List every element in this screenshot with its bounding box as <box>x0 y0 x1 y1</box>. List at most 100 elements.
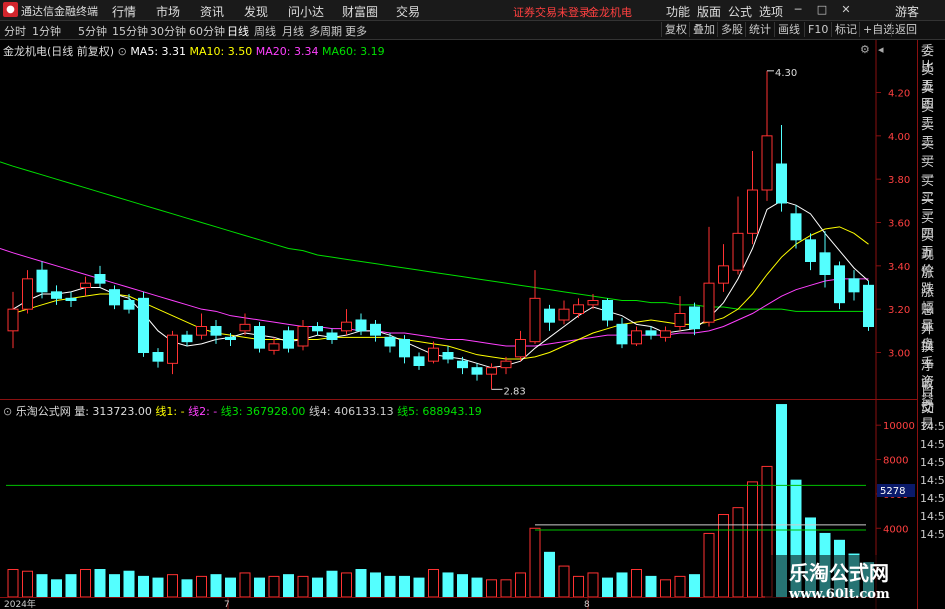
menu-quotes[interactable]: 行情 <box>112 3 136 20</box>
volume-bar-47 <box>689 574 700 598</box>
volume-bar-46 <box>674 575 686 598</box>
volume-bar-16 <box>239 572 251 598</box>
candle-body-14 <box>210 326 222 336</box>
stats-button[interactable]: 统计 <box>745 22 774 37</box>
f10-button[interactable]: F10 <box>804 22 831 37</box>
period-5min[interactable]: 5分钟 <box>78 23 107 39</box>
indicator-dropdown-icon[interactable]: ⊙ <box>3 405 12 418</box>
back-button[interactable]: 返回 <box>891 22 920 37</box>
vol-tick-label-0: 4000 <box>883 524 908 535</box>
volume-bar-13 <box>196 575 207 598</box>
multi-stock-button[interactable]: 多股 <box>717 22 746 37</box>
vol-axis-highlight: 5278 <box>880 486 905 497</box>
dropdown-icon[interactable]: ⊙ <box>118 45 127 58</box>
maximize-icon[interactable]: □ <box>814 2 830 17</box>
volume-bar-17 <box>254 577 265 598</box>
menu-wealth[interactable]: 财富圈 <box>342 3 378 20</box>
candle-body-21 <box>312 326 323 332</box>
period-multi[interactable]: 多周期 <box>309 23 342 39</box>
indicator-name: 乐淘公式网 <box>15 405 71 418</box>
candle-body-25 <box>370 323 381 336</box>
adjust-button[interactable]: 复权 <box>661 22 690 37</box>
menu-discover[interactable]: 发现 <box>244 3 268 20</box>
date-label-year: 2024年 <box>4 598 36 609</box>
watermark-box: 乐淘公式网 www.60lt.com <box>765 555 917 609</box>
minimize-icon[interactable]: ─ <box>790 2 806 17</box>
kline-chart[interactable]: 3.00 3.20 3.40 3.60 3.80 4.00 4.20 4.30 2.83 <box>0 40 917 400</box>
trade-time-3: 14:56 <box>920 474 945 487</box>
candle-body-18 <box>268 343 280 351</box>
volume-bar-24 <box>355 569 367 598</box>
price-tick-label-0: 3.00 <box>888 349 910 360</box>
period-30min[interactable]: 30分钟 <box>150 23 186 39</box>
candle-body-19 <box>283 330 294 349</box>
period-60min[interactable]: 60分钟 <box>189 23 225 39</box>
period-intraday[interactable]: 分时 <box>4 23 26 39</box>
menu-ask[interactable]: 问小达 <box>288 3 324 20</box>
candle-body-51 <box>747 189 758 234</box>
volume-bar-28 <box>413 577 425 598</box>
app-logo-icon: ● <box>3 2 18 17</box>
volume-bar-45 <box>660 579 671 598</box>
main-legend: 金龙机电(日线 前复权) ⊙ MA5: 3.31 MA10: 3.50 MA20… <box>3 43 385 59</box>
period-weekly[interactable]: 周线 <box>254 23 276 39</box>
overlay-button[interactable]: 叠加 <box>689 22 718 37</box>
draw-button[interactable]: 画线 <box>774 22 803 37</box>
line2-value: 线2: - <box>188 405 218 418</box>
period-monthly[interactable]: 月线 <box>282 23 304 39</box>
period-1min[interactable]: 1分钟 <box>32 23 61 39</box>
candle-body-39 <box>573 304 584 315</box>
menu-formula[interactable]: 公式 <box>728 3 752 20</box>
volume-bar-50 <box>732 507 744 598</box>
menu-trade[interactable]: 交易 <box>396 3 420 20</box>
candle-body-31 <box>457 360 468 369</box>
candle-body-17 <box>254 326 265 349</box>
login-notice[interactable]: 证券交易未登录 <box>513 4 590 20</box>
candle-body-5 <box>80 282 91 289</box>
candle-body-28 <box>413 356 425 367</box>
volume-bar-48 <box>703 532 715 598</box>
volume-bar-34 <box>500 579 512 598</box>
candle-body-8 <box>123 300 135 310</box>
period-daily[interactable]: 日线 <box>227 23 249 39</box>
trade-time-5: 14:56 <box>920 510 945 523</box>
candle-body-16 <box>239 323 251 332</box>
candle-body-58 <box>848 278 860 293</box>
vol-value: 量: 313723.00 <box>74 405 152 418</box>
period-more[interactable]: 更多 <box>345 23 367 39</box>
volume-bar-15 <box>225 577 236 598</box>
candle-body-50 <box>732 232 744 271</box>
volume-bar-36 <box>529 527 541 598</box>
volume-bar-49 <box>718 514 729 598</box>
menu-market[interactable]: 市场 <box>156 3 180 20</box>
low-price-label: 2.83 <box>504 386 526 397</box>
period-15min[interactable]: 15分钟 <box>112 23 148 39</box>
trade-time-6: 14:56 <box>920 528 945 541</box>
period-toolbar: 分时 1分钟 5分钟 15分钟 30分钟 60分钟 日线 周线 月线 多周期 更… <box>0 21 945 40</box>
candle-body-23 <box>341 321 352 332</box>
menu-function[interactable]: 功能 <box>666 3 690 20</box>
price-tick-label-1: 3.20 <box>888 305 910 316</box>
candle-body-3 <box>51 291 62 299</box>
menu-options[interactable]: 选项 <box>759 3 783 20</box>
trade-time-1: 14:56 <box>920 438 945 451</box>
volume-bar-25 <box>370 572 381 598</box>
volume-bar-19 <box>283 574 294 598</box>
settings-icon[interactable]: ⚙ <box>860 43 870 56</box>
candle-body-46 <box>674 313 686 327</box>
candle-body-54 <box>790 213 802 241</box>
user-guest[interactable]: 游客 <box>895 3 919 20</box>
candle-body-37 <box>544 308 555 323</box>
quote-side-panel: 委比 卖五 卖四 卖三 卖二 卖一 买一 买二 买三 买四 买五 现价 涨跌 涨幅 总量 外盘 换手 净资 收益 自动… <box>917 40 945 609</box>
volume-bar-38 <box>558 565 570 598</box>
close-icon[interactable]: ✕ <box>838 2 854 17</box>
price-tick-label-4: 3.80 <box>888 175 910 186</box>
volume-bar-51 <box>747 481 758 598</box>
menu-news[interactable]: 资讯 <box>200 3 224 20</box>
collapse-icon[interactable]: ◂ <box>878 43 884 56</box>
vol-tick-label-3: 10000 <box>883 421 915 432</box>
mark-button[interactable]: 标记 <box>831 22 860 37</box>
menu-layout[interactable]: 版面 <box>697 3 721 20</box>
candle-body-10 <box>152 352 164 362</box>
candle-body-22 <box>326 332 338 340</box>
